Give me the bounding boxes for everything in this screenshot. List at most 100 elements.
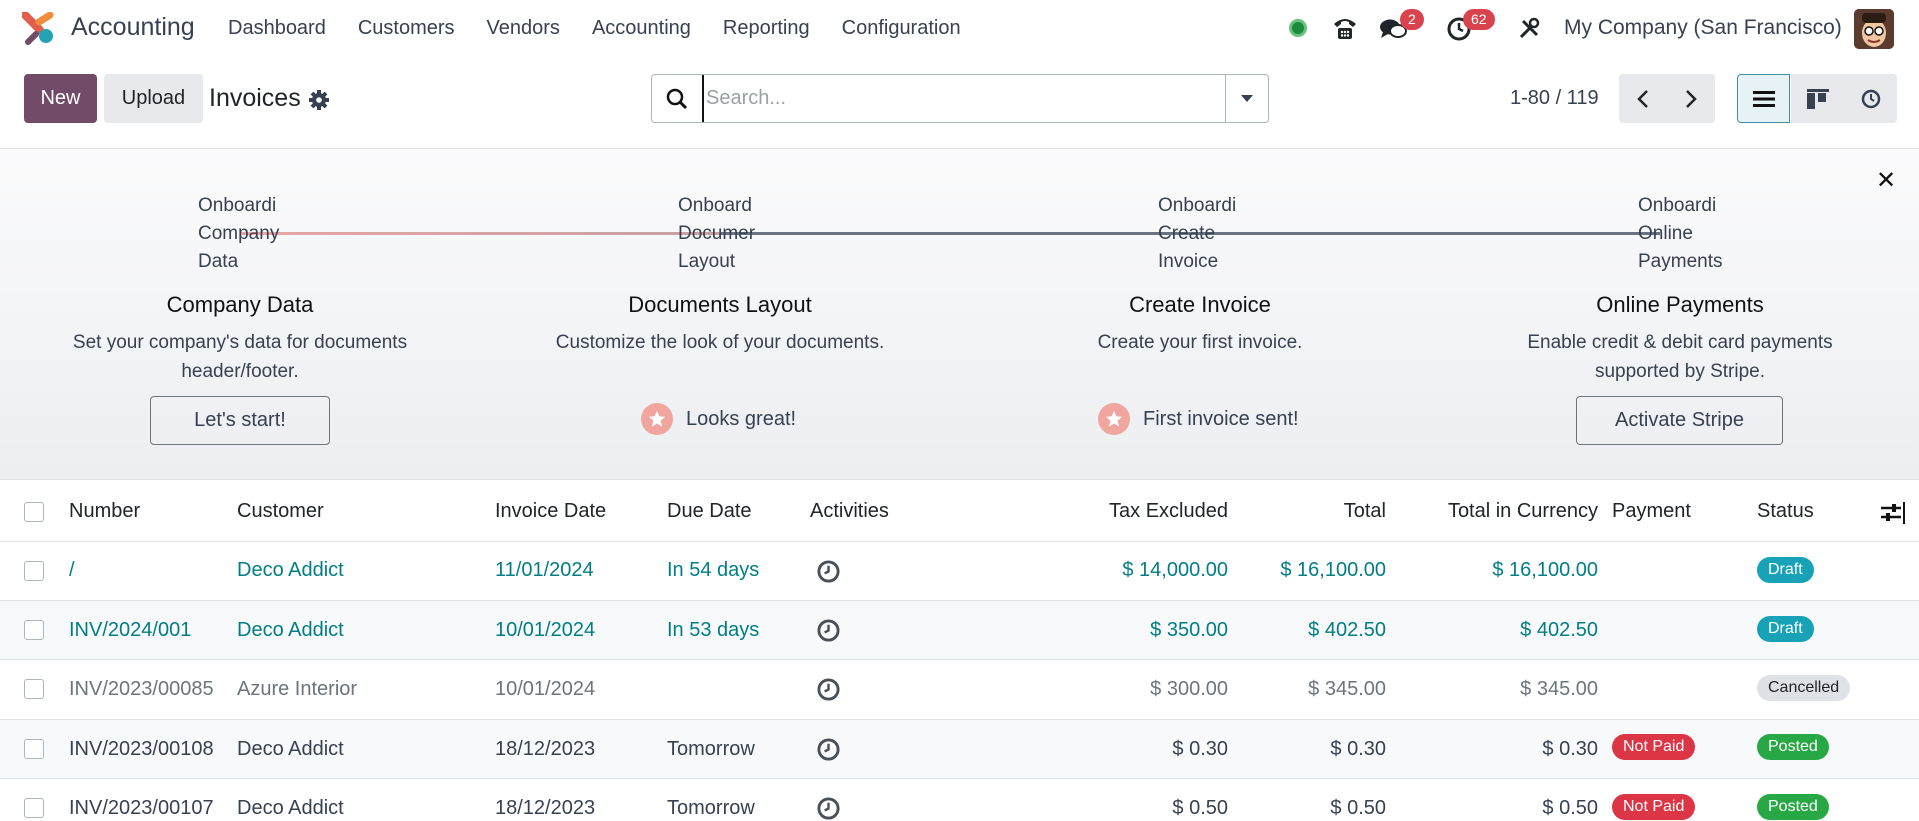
page-title: Invoices	[209, 84, 301, 112]
customer-name[interactable]: Deco Addict	[237, 738, 344, 761]
customer-name[interactable]: Azure Interior	[237, 678, 357, 701]
menu-customers[interactable]: Customers	[358, 17, 455, 40]
list-view-button[interactable]	[1737, 74, 1790, 123]
star-icon	[1098, 403, 1130, 435]
menu-configuration[interactable]: Configuration	[842, 17, 961, 40]
onboarding-step-label: Onboard Documer Layout	[678, 195, 756, 272]
customer-name[interactable]: Deco Addict	[237, 559, 344, 582]
activities-badge: 62	[1463, 9, 1495, 30]
onboarding-title: Online Payments	[1596, 292, 1764, 317]
menu-dashboard[interactable]: Dashboard	[228, 17, 326, 40]
row-checkbox[interactable]	[24, 561, 44, 581]
optional-columns-icon[interactable]	[1881, 502, 1905, 524]
customer-name[interactable]: Deco Addict	[237, 619, 344, 642]
total-in-currency: $ 402.50	[1520, 619, 1598, 641]
menu-reporting[interactable]: Reporting	[723, 17, 810, 40]
create-invoice-done: First invoice sent!	[1098, 403, 1299, 435]
column-payment[interactable]: Payment	[1612, 500, 1691, 523]
kanban-icon	[1806, 88, 1829, 109]
invoice-number[interactable]: INV/2023/00107	[69, 797, 214, 820]
upload-button[interactable]: Upload	[104, 74, 203, 123]
status-badge: Posted	[1757, 794, 1829, 820]
pager-previous-button[interactable]	[1619, 74, 1667, 123]
total: $ 345.00	[1308, 678, 1386, 700]
onboarding-step-label: Onboardi Online Payments	[1638, 195, 1723, 272]
caret-down-icon	[1241, 94, 1253, 102]
chevron-right-icon	[1686, 89, 1697, 108]
activity-view-button[interactable]	[1844, 74, 1897, 123]
messages-badge: 2	[1400, 9, 1424, 30]
menu-accounting[interactable]: Accounting	[592, 17, 691, 40]
column-due-date[interactable]: Due Date	[667, 500, 752, 523]
activity-clock-icon[interactable]	[816, 737, 841, 762]
onboarding-documents-layout: Documents Layout Customize the look of y…	[510, 292, 930, 357]
user-avatar[interactable]	[1854, 9, 1894, 49]
lets-start-button[interactable]: Let's start!	[150, 396, 330, 445]
pager-value[interactable]: 1-80 / 119	[1510, 87, 1599, 110]
column-status[interactable]: Status	[1757, 500, 1814, 523]
chevron-left-icon	[1637, 89, 1648, 108]
row-checkbox[interactable]	[24, 739, 44, 759]
total: $ 0.30	[1330, 738, 1386, 760]
row-checkbox[interactable]	[24, 798, 44, 818]
activity-clock-icon[interactable]	[816, 618, 841, 643]
status-badge: Draft	[1757, 557, 1814, 583]
customer-name[interactable]: Deco Addict	[237, 797, 344, 820]
close-onboarding-icon[interactable]: ✕	[1876, 166, 1896, 195]
onboarding-description: Create your first invoice.	[1097, 332, 1303, 353]
select-all-checkbox[interactable]	[24, 502, 44, 522]
invoice-date: 10/01/2024	[495, 619, 596, 641]
column-total[interactable]: Total	[1250, 500, 1386, 523]
due-date: Tomorrow	[667, 738, 755, 760]
debug-tools-icon[interactable]	[1514, 14, 1544, 44]
app-name[interactable]: Accounting	[71, 13, 195, 42]
payment-badge: Not Paid	[1612, 794, 1696, 820]
company-switcher[interactable]: My Company (San Francisco)	[1564, 16, 1842, 40]
column-total-in-currency[interactable]: Total in Currency	[1400, 500, 1598, 523]
menu-vendors[interactable]: Vendors	[487, 17, 560, 40]
status-badge: Cancelled	[1757, 675, 1851, 701]
invoice-date: 18/12/2023	[495, 797, 596, 819]
kanban-view-button[interactable]	[1791, 74, 1844, 123]
new-button[interactable]: New	[24, 74, 97, 123]
activity-clock-icon[interactable]	[816, 796, 841, 821]
invoice-number[interactable]: /	[69, 559, 75, 582]
payment-badge: Not Paid	[1612, 734, 1696, 760]
due-date: In 53 days	[667, 619, 760, 641]
onboarding-title: Company Data	[166, 292, 314, 317]
search-input[interactable]	[702, 75, 1225, 122]
invoice-number[interactable]: INV/2023/00085	[69, 678, 214, 701]
search-bar	[651, 74, 1269, 123]
accounting-app-icon[interactable]	[22, 12, 56, 46]
tax-excluded: $ 350.00	[1150, 619, 1228, 641]
top-navbar: Accounting Dashboard Customers Vendors A…	[0, 0, 1919, 58]
presence-status-icon[interactable]	[1289, 19, 1307, 37]
invoice-number[interactable]: INV/2024/001	[69, 619, 191, 642]
activity-clock-icon[interactable]	[816, 677, 841, 702]
onboarding-step-label: Onboardi Company Data	[198, 195, 280, 272]
gear-icon[interactable]	[308, 89, 330, 111]
column-tax-excluded[interactable]: Tax Excluded	[1060, 500, 1228, 523]
total-in-currency: $ 0.50	[1542, 797, 1598, 819]
activity-clock-icon[interactable]	[816, 559, 841, 584]
total: $ 0.50	[1330, 797, 1386, 819]
column-invoice-date[interactable]: Invoice Date	[495, 500, 606, 523]
row-checkbox[interactable]	[24, 679, 44, 699]
search-options-toggle[interactable]	[1225, 75, 1268, 122]
row-checkbox[interactable]	[24, 620, 44, 640]
column-number[interactable]: Number	[69, 500, 140, 523]
activate-stripe-button[interactable]: Activate Stripe	[1576, 396, 1783, 445]
list-icon	[1752, 90, 1775, 107]
main-menu: Dashboard Customers Vendors Accounting R…	[228, 17, 993, 40]
done-label: Looks great!	[686, 407, 797, 430]
invoice-number[interactable]: INV/2023/00108	[69, 738, 214, 761]
pager-next-button[interactable]	[1667, 74, 1715, 123]
phone-icon[interactable]	[1330, 14, 1360, 44]
onboarding-description: Customize the look of your documents.	[555, 332, 885, 353]
tax-excluded: $ 300.00	[1150, 678, 1228, 700]
column-activities[interactable]: Activities	[810, 500, 889, 523]
column-customer[interactable]: Customer	[237, 500, 324, 523]
due-date: In 54 days	[667, 559, 760, 581]
onboarding-progress-line	[240, 232, 720, 235]
onboarding-create-invoice: Create Invoice Create your first invoice…	[990, 292, 1410, 357]
